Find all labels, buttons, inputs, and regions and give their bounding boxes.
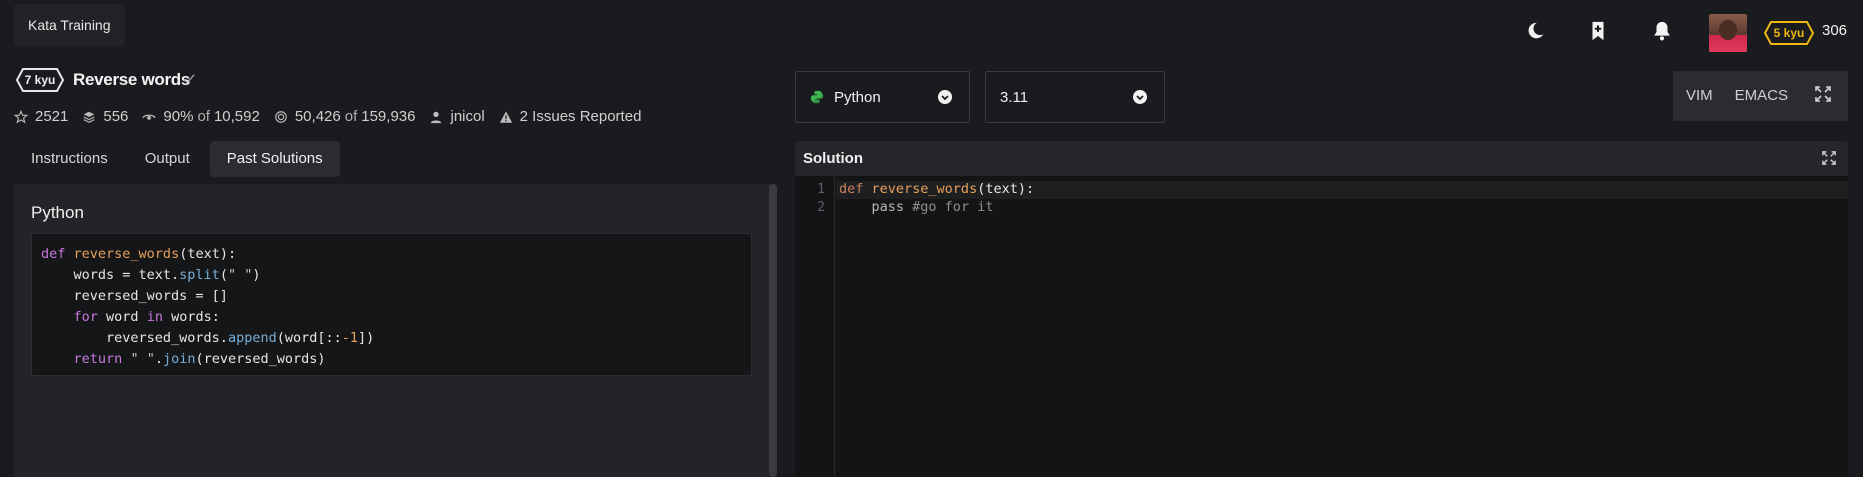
emacs-mode-button[interactable]: EMACS <box>1724 71 1799 121</box>
kata-title[interactable]: Reverse words <box>73 70 190 90</box>
line-number: 1 <box>817 182 825 197</box>
line-number-gutter: 1 2 <box>795 176 835 477</box>
kata-training-label: Kata Training <box>28 17 111 33</box>
tab-output[interactable]: Output <box>128 141 207 177</box>
rank-badge[interactable]: 5 kyu <box>1764 21 1814 45</box>
bookmark-icon[interactable] <box>1587 20 1609 42</box>
stat-stars[interactable]: 2521 <box>14 108 68 125</box>
stars-count: 2521 <box>35 108 69 125</box>
rank-label: 5 kyu <box>1773 26 1805 40</box>
code-line[interactable]: pass #go for it <box>839 199 994 215</box>
star-icon <box>14 109 28 124</box>
kata-tabs: Instructions Output Past Solutions <box>14 141 343 177</box>
stat-issues[interactable]: 2 Issues Reported <box>499 108 642 125</box>
solution-title: Solution <box>803 150 863 167</box>
expand-icon[interactable] <box>1822 151 1836 165</box>
stat-completed: 50,426 of 159,936 <box>274 108 416 125</box>
collections-count: 556 <box>103 108 129 125</box>
python-icon <box>810 90 824 104</box>
votes-count: 10,592 <box>213 108 260 125</box>
satisfaction-of: of <box>197 108 210 125</box>
version-select-value: 3.11 <box>1000 88 1029 106</box>
stat-satisfaction: 90% of 10,592 <box>142 108 260 125</box>
layers-icon <box>82 110 96 124</box>
target-icon <box>274 110 288 124</box>
line-number: 2 <box>817 200 825 215</box>
moon-icon[interactable] <box>1524 20 1546 42</box>
user-icon <box>429 110 443 124</box>
solution-editor[interactable]: 1 2 def reverse_words(text): pass #go fo… <box>795 176 1848 477</box>
author-name: jnicol <box>450 108 485 125</box>
eye-icon <box>142 110 157 124</box>
editor-mode-group: VIM EMACS <box>1673 71 1800 121</box>
kyu-badge: 7 kyu <box>16 68 64 92</box>
issues-label: 2 Issues Reported <box>519 108 642 125</box>
vim-mode-button[interactable]: VIM <box>1673 71 1724 121</box>
kata-training-button[interactable]: Kata Training <box>14 4 125 46</box>
completed-count: 50,426 <box>294 108 341 125</box>
version-select[interactable]: 3.11 <box>985 71 1165 123</box>
language-select[interactable]: Python <box>795 71 970 123</box>
attempts-count: 159,936 <box>361 108 416 125</box>
bell-icon[interactable] <box>1651 20 1673 42</box>
expand-icon <box>1815 86 1831 106</box>
past-solution-code: def reverse_words(text): words = text.sp… <box>31 233 752 376</box>
code-line[interactable]: def reverse_words(text): <box>839 181 1034 197</box>
stat-collections[interactable]: 556 <box>82 108 128 125</box>
stat-author[interactable]: jnicol <box>429 108 485 125</box>
honor-count: 306 <box>1822 22 1848 39</box>
solution-header: Solution <box>795 141 1848 176</box>
chevron-down-icon <box>937 89 953 105</box>
tab-instructions[interactable]: Instructions <box>14 141 125 177</box>
language-select-value: Python <box>834 88 881 106</box>
kata-stats: 2521 556 90% of 10,592 50,426 of 159,936… <box>14 108 655 125</box>
warning-icon <box>499 110 513 124</box>
past-solutions-scrollbar[interactable] <box>769 184 777 477</box>
kyu-label: 7 kyu <box>24 73 56 87</box>
check-icon <box>182 72 196 86</box>
tab-past-solutions[interactable]: Past Solutions <box>209 141 340 177</box>
fullscreen-button[interactable] <box>1798 71 1848 121</box>
completed-of: of <box>344 108 358 125</box>
satisfaction-percent: 90% <box>163 108 194 125</box>
past-solution-language: Python <box>31 203 84 222</box>
chevron-down-icon <box>1132 89 1148 105</box>
avatar[interactable] <box>1709 14 1747 52</box>
